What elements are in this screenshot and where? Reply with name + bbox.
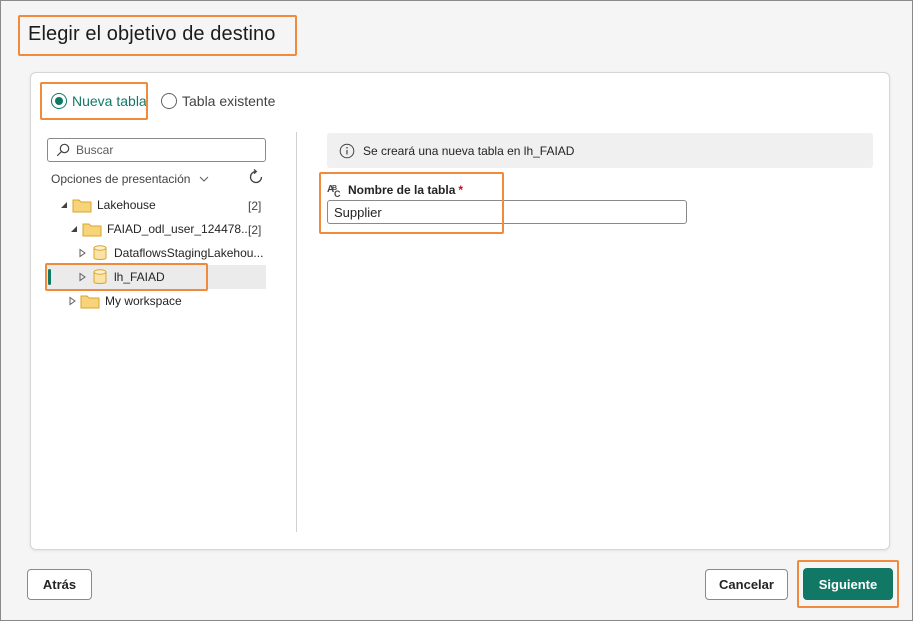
- tree-item-lakehouse[interactable]: Lakehouse: [59, 193, 156, 217]
- folder-icon: [80, 295, 100, 309]
- tree-item-label: FAIAD_odl_user_124478...: [107, 222, 252, 236]
- selection-indicator: [48, 269, 51, 285]
- svg-text:B: B: [332, 185, 337, 192]
- cancel-button[interactable]: Cancelar: [705, 569, 788, 600]
- tree-item-workspace[interactable]: FAIAD_odl_user_124478...: [69, 217, 251, 241]
- existing-table-radio[interactable]: Tabla existente: [161, 93, 275, 109]
- pane-divider: [296, 132, 297, 532]
- dialog-title: Elegir el objetivo de destino: [28, 23, 276, 45]
- required-marker: *: [458, 183, 464, 197]
- radio-unchecked-icon: [161, 93, 177, 109]
- new-table-radio[interactable]: Nueva tabla: [51, 93, 147, 109]
- next-button-label: Siguiente: [818, 576, 878, 592]
- cancel-button-label: Cancelar: [719, 577, 774, 592]
- item-count-badge: [2]: [248, 223, 262, 237]
- item-count-badge: [2]: [248, 199, 262, 213]
- back-button-label: Atrás: [42, 577, 77, 592]
- search-box[interactable]: [47, 138, 266, 162]
- search-input[interactable]: [76, 143, 256, 157]
- back-button[interactable]: Atrás: [27, 569, 92, 600]
- table-name-field-label: A C B Nombre de la tabla *: [327, 182, 463, 198]
- triangle-collapsed-icon: [69, 296, 76, 306]
- triangle-collapsed-icon: [79, 248, 86, 258]
- tree-item-label: My workspace: [105, 294, 182, 308]
- existing-table-radio-label: Tabla existente: [182, 93, 276, 109]
- tree-item-label: lh_FAIAD: [114, 270, 165, 284]
- next-button[interactable]: Siguiente: [803, 568, 893, 600]
- tree-item-staging-lakehouse[interactable]: DataflowsStagingLakehou...: [77, 241, 263, 265]
- info-message-bar: Se creará una nueva tabla en lh_FAIAD: [327, 133, 873, 168]
- view-options-dropdown[interactable]: Opciones de presentación: [51, 172, 210, 186]
- radio-checked-icon: [51, 93, 67, 109]
- view-options-label: Opciones de presentación: [51, 172, 191, 186]
- triangle-expanded-icon: [71, 226, 77, 232]
- tree-item-lh-faiad[interactable]: lh_FAIAD: [77, 265, 165, 289]
- database-icon: [93, 269, 107, 284]
- new-table-radio-label: Nueva tabla: [72, 93, 147, 109]
- triangle-collapsed-icon: [79, 272, 86, 282]
- info-icon: [339, 143, 355, 158]
- info-message-text: Se creará una nueva tabla en lh_FAIAD: [363, 143, 575, 158]
- search-icon: [56, 143, 70, 157]
- table-name-input[interactable]: [327, 200, 687, 224]
- destination-dialog: Elegir el objetivo de destino Nueva tabl…: [0, 0, 913, 621]
- refresh-icon[interactable]: [247, 168, 265, 186]
- folder-icon: [82, 223, 102, 237]
- chevron-down-icon: [200, 176, 209, 182]
- triangle-expanded-icon: [61, 202, 67, 208]
- text-field-icon: A C B: [327, 184, 341, 198]
- tree-item-my-workspace[interactable]: My workspace: [67, 289, 182, 313]
- table-name-label: Nombre de la tabla: [348, 183, 456, 197]
- database-icon: [93, 245, 107, 260]
- folder-icon: [72, 199, 92, 213]
- tree-item-label: DataflowsStagingLakehou...: [114, 246, 264, 260]
- tree-item-label: Lakehouse: [97, 198, 156, 212]
